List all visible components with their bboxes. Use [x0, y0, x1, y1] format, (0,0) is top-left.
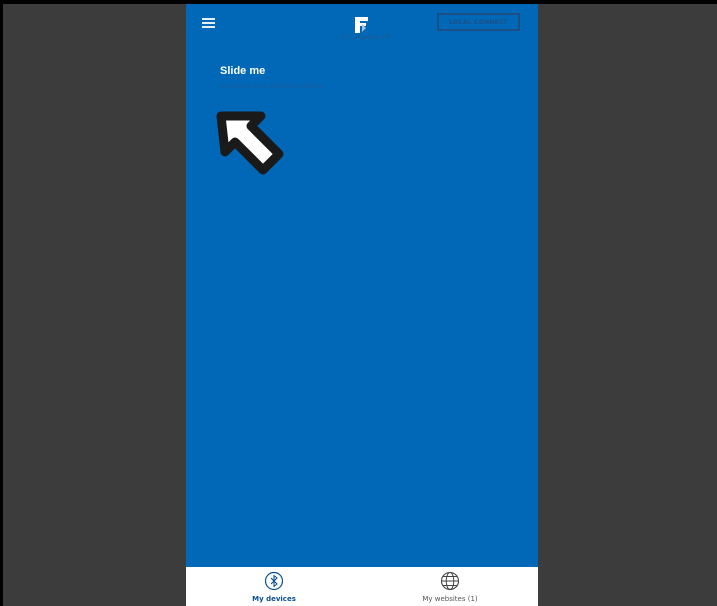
- up-left-arrow-icon: [216, 111, 284, 175]
- nav-my-devices-label: My devices: [252, 595, 296, 603]
- hamburger-menu-icon[interactable]: [202, 16, 218, 30]
- connection-status: In Computer off: [342, 34, 390, 41]
- nav-my-websites-label: My websites (1): [422, 595, 478, 603]
- top-bar: LOCAL CONNECT In Computer off: [186, 4, 538, 48]
- nav-my-websites[interactable]: My websites (1): [362, 567, 538, 606]
- nav-my-devices[interactable]: My devices: [186, 567, 362, 606]
- app-logo-icon: [355, 17, 368, 33]
- app-window: LOCAL CONNECT In Computer off Slide me t…: [186, 4, 538, 606]
- globe-icon: [440, 571, 460, 591]
- local-connect-button[interactable]: LOCAL CONNECT: [437, 13, 520, 31]
- slide-hint-title: Slide me: [220, 65, 266, 77]
- bottom-navigation: My devices My websites (1): [186, 567, 538, 606]
- slide-hint-subtitle: to control your partner's device: [220, 82, 323, 90]
- screen-stage: LOCAL CONNECT In Computer off Slide me t…: [0, 0, 717, 606]
- bluetooth-icon: [264, 571, 284, 591]
